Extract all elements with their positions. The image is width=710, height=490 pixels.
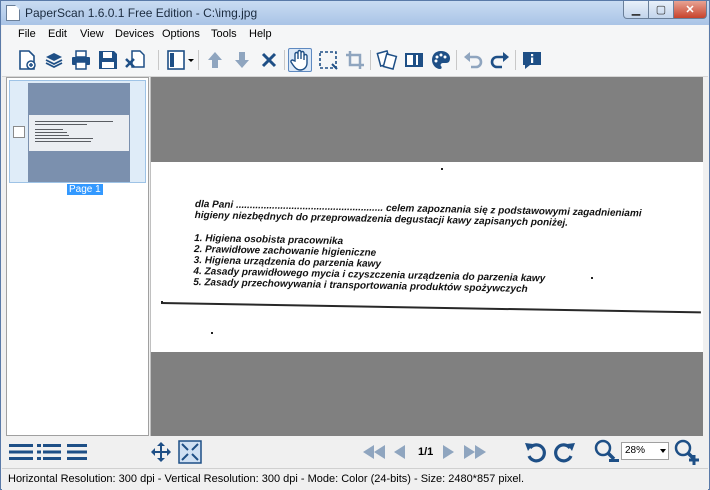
window-title: PaperScan 1.6.0.1 Free Edition - C:\img.… <box>25 6 258 20</box>
toolbar-separator <box>284 50 285 70</box>
next-page-icon[interactable] <box>442 440 456 464</box>
zoom-in-icon[interactable] <box>674 439 700 465</box>
hand-tool-icon[interactable] <box>288 48 312 72</box>
detail-view-icon[interactable] <box>37 440 61 464</box>
status-bar: Horizontal Resolution: 300 dpi - Vertica… <box>2 468 708 490</box>
previous-page-icon[interactable] <box>392 440 406 464</box>
menu-file[interactable]: File <box>18 28 36 40</box>
pan-arrows-icon[interactable] <box>150 440 172 464</box>
print-icon[interactable] <box>69 48 93 72</box>
crop-icon[interactable] <box>343 48 367 72</box>
filter-icon[interactable] <box>402 48 426 72</box>
toolbar-separator <box>158 50 159 70</box>
rotate-right-icon[interactable] <box>552 440 576 464</box>
app-window: PaperScan 1.6.0.1 Free Edition - C:\img.… <box>0 0 710 490</box>
scan-speck <box>591 277 593 279</box>
menu-bar: File Edit View Devices Options Tools Hel… <box>2 25 708 44</box>
chevron-down-icon <box>660 449 666 453</box>
menu-help[interactable]: Help <box>249 28 272 40</box>
thumbnail-label[interactable]: Page 1 <box>67 184 103 195</box>
app-icon <box>6 5 20 21</box>
thumbnail-item[interactable] <box>9 80 146 183</box>
maximize-button[interactable]: ▢ <box>648 1 674 19</box>
minimize-button[interactable]: ▁ <box>623 1 649 19</box>
save-icon[interactable] <box>96 48 120 72</box>
page-layout-icon[interactable] <box>165 48 195 72</box>
rotate-pages-icon[interactable] <box>375 48 399 72</box>
scan-speck <box>161 301 163 303</box>
zoom-out-icon[interactable] <box>594 439 620 464</box>
toolbar-separator <box>370 50 371 70</box>
move-down-icon[interactable] <box>230 48 254 72</box>
scan-artifact-line <box>160 302 701 314</box>
zoom-value: 28% <box>625 445 646 456</box>
toolbar-separator <box>515 50 516 70</box>
first-page-icon[interactable] <box>362 440 386 464</box>
move-up-icon[interactable] <box>203 48 227 72</box>
status-text: Horizontal Resolution: 300 dpi - Vertica… <box>8 473 525 485</box>
new-document-icon[interactable] <box>15 48 39 72</box>
import-stack-icon[interactable] <box>42 48 66 72</box>
redo-icon[interactable] <box>488 48 512 72</box>
info-icon[interactable] <box>520 48 544 72</box>
thumbnail-pane: Page 1 <box>6 77 149 436</box>
thumbnail-image <box>28 83 130 182</box>
scan-speck <box>441 168 443 170</box>
selection-icon[interactable] <box>316 48 340 72</box>
undo-icon[interactable] <box>461 48 485 72</box>
last-page-icon[interactable] <box>463 440 487 464</box>
close-button[interactable]: ✕ <box>673 1 707 19</box>
scanned-text: dla Pani ...............................… <box>193 199 642 297</box>
menu-options[interactable]: Options <box>162 28 200 40</box>
menu-devices[interactable]: Devices <box>115 28 154 40</box>
menu-tools[interactable]: Tools <box>211 28 237 40</box>
delete-pages-icon[interactable] <box>123 48 147 72</box>
compact-view-icon[interactable] <box>67 440 87 464</box>
vertical-scrollbar[interactable] <box>703 77 709 436</box>
scanned-page: dla Pani ...............................… <box>151 162 703 352</box>
menu-view[interactable]: View <box>80 28 104 40</box>
remove-icon[interactable] <box>257 48 281 72</box>
document-viewer[interactable]: dla Pani ...............................… <box>151 77 703 436</box>
zoom-dropdown[interactable]: 28% <box>621 442 669 460</box>
toolbar-separator <box>198 50 199 70</box>
thumbnail-checkbox[interactable] <box>13 126 25 138</box>
toolbar-separator <box>456 50 457 70</box>
page-counter: 1/1 <box>418 446 434 458</box>
list-view-icon[interactable] <box>9 440 33 464</box>
color-palette-icon[interactable] <box>429 48 453 72</box>
scan-speck <box>211 332 213 334</box>
rotate-left-icon[interactable] <box>524 440 548 464</box>
title-bar: PaperScan 1.6.0.1 Free Edition - C:\img.… <box>1 1 709 25</box>
menu-edit[interactable]: Edit <box>48 28 67 40</box>
main-toolbar <box>2 44 708 77</box>
bottom-toolbar: 1/1 <box>2 436 708 468</box>
fit-page-icon[interactable] <box>178 440 202 464</box>
